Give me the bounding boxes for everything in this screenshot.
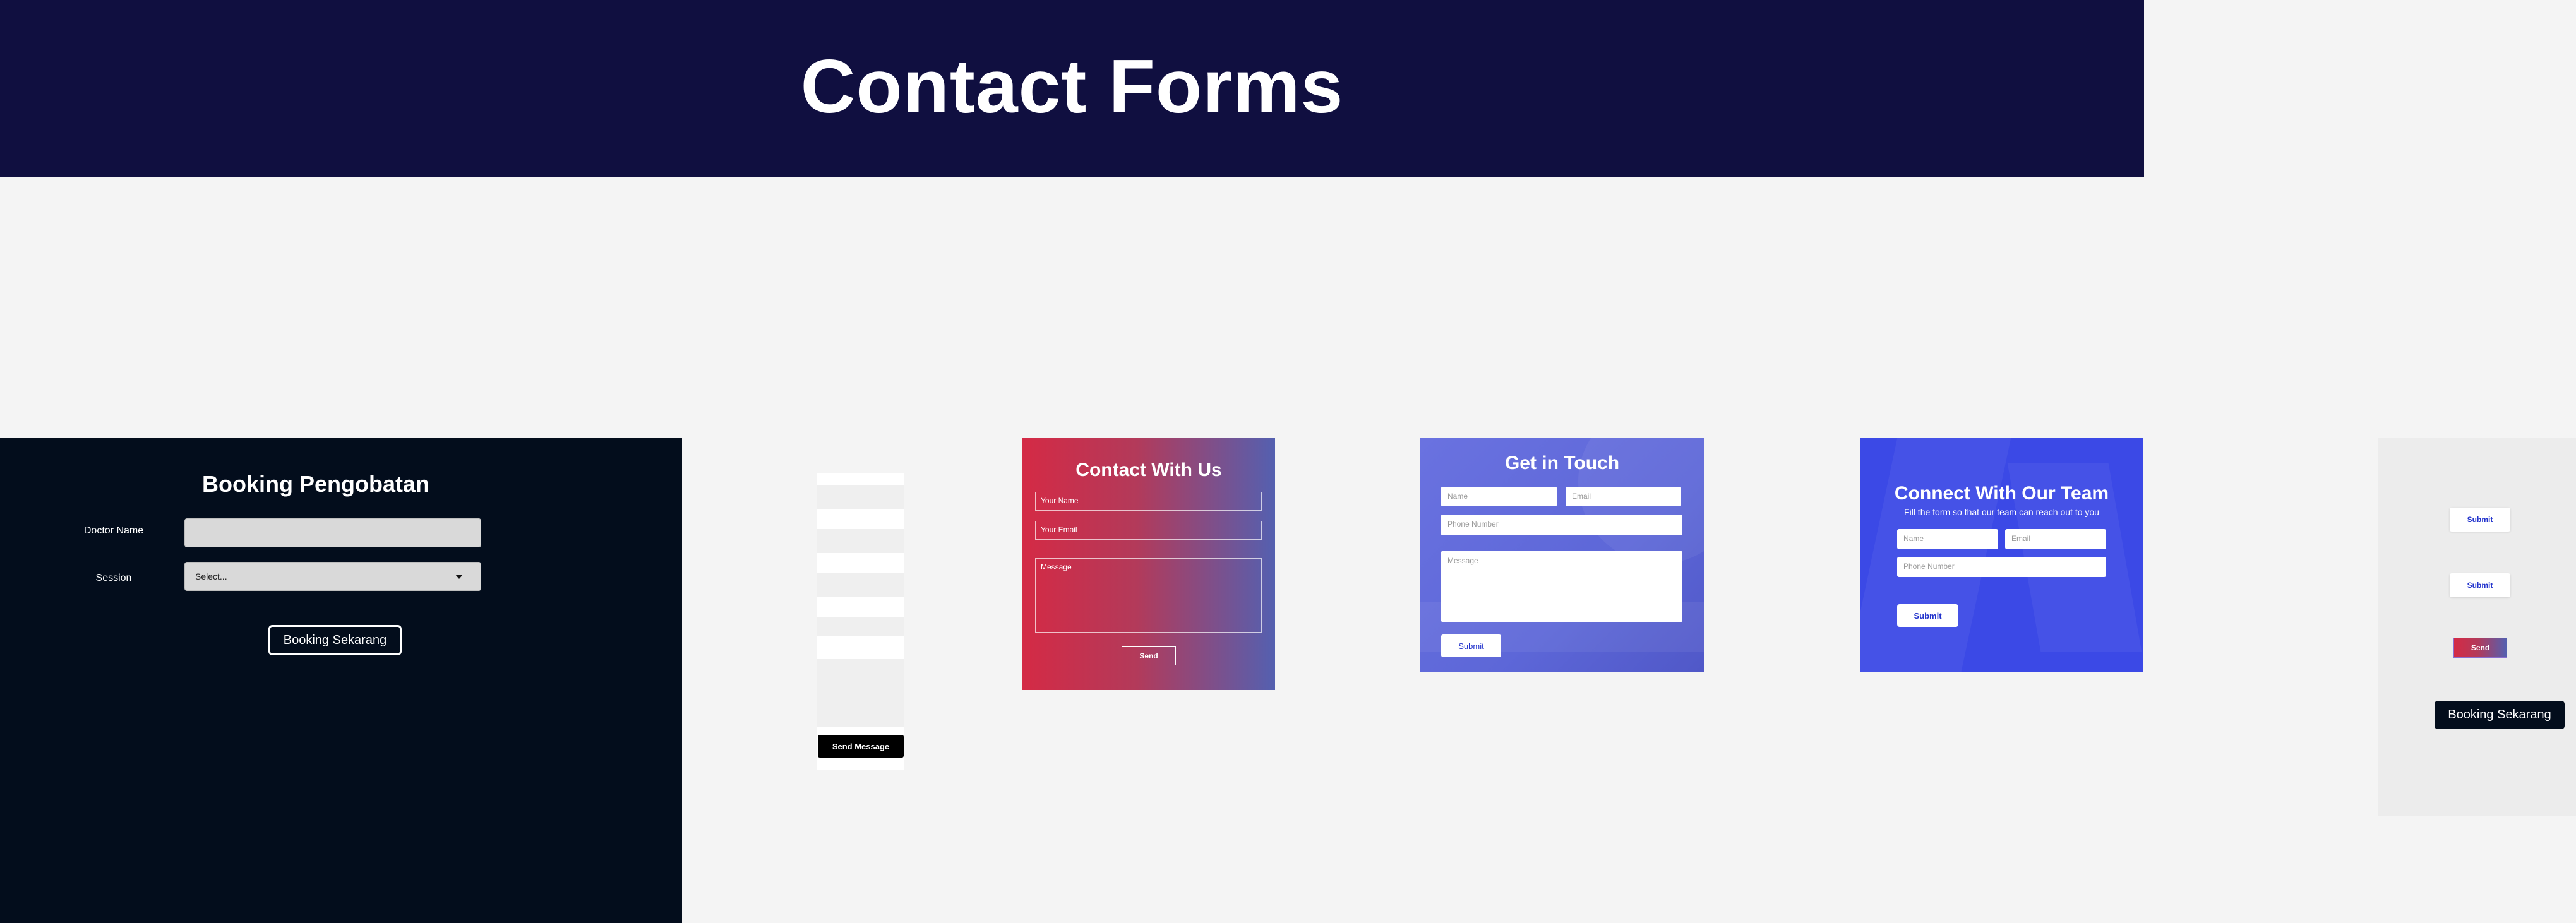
session-select[interactable]: Select... [184, 562, 481, 591]
phone-number-input[interactable]: Phone Number [1441, 515, 1682, 535]
button-samples-panel: Submit Submit Send Booking Sekarang [2378, 438, 2576, 816]
doctor-name-label: Doctor Name [83, 525, 144, 536]
name-input[interactable]: Name [1441, 487, 1557, 506]
submit-button[interactable]: Submit [2450, 573, 2510, 597]
skeleton-field-3[interactable] [817, 573, 904, 597]
chevron-down-icon [455, 575, 463, 579]
submit-button[interactable]: Submit [1897, 604, 1958, 627]
skeleton-field-4[interactable] [817, 617, 904, 636]
skeleton-form: Send Message [817, 473, 904, 770]
booking-form-title: Booking Pengobatan [202, 471, 429, 497]
skeleton-field-2[interactable] [817, 529, 904, 553]
get-in-touch-title: Get in Touch [1504, 453, 1620, 473]
contact-with-us-form: Contact With Us Your Name Your Email Mes… [1022, 438, 1275, 690]
connect-team-form: Connect With Our Team Fill the form so t… [1860, 438, 2143, 672]
get-in-touch-form: Get in Touch Name Email Phone Number Mes… [1420, 438, 1704, 672]
skeleton-field-1[interactable] [817, 485, 904, 509]
session-select-value: Select... [195, 571, 227, 581]
page-title: Contact Forms [800, 44, 1344, 129]
email-input[interactable]: Email [2005, 529, 2106, 549]
session-label: Session [95, 573, 132, 583]
contact-with-us-title: Contact With Us [1075, 460, 1222, 480]
skeleton-textarea[interactable] [817, 659, 904, 727]
connect-team-subtitle: Fill the form so that our team can reach… [1904, 507, 2099, 517]
name-input[interactable]: Name [1897, 529, 1998, 549]
message-textarea[interactable]: Message [1035, 558, 1262, 633]
send-button[interactable]: Send [2453, 638, 2507, 658]
email-input[interactable]: Email [1566, 487, 1681, 506]
your-name-input[interactable]: Your Name [1035, 492, 1262, 511]
booking-form: Booking Pengobatan Doctor Name Session S… [0, 438, 682, 923]
submit-button[interactable]: Submit [2450, 508, 2510, 532]
booking-sekarang-button[interactable]: Booking Sekarang [2435, 701, 2565, 729]
connect-team-title: Connect With Our Team [1894, 483, 2109, 504]
send-button[interactable]: Send [1122, 646, 1176, 665]
message-textarea[interactable]: Message [1441, 551, 1682, 622]
header-banner: Contact Forms [0, 0, 2144, 177]
send-message-button[interactable]: Send Message [818, 735, 904, 758]
your-email-input[interactable]: Your Email [1035, 521, 1262, 540]
phone-number-input[interactable]: Phone Number [1897, 557, 2106, 577]
background-decoration [1860, 438, 2011, 672]
booking-submit-button[interactable]: Booking Sekarang [268, 625, 402, 655]
doctor-name-input[interactable] [184, 518, 481, 547]
submit-button[interactable]: Submit [1441, 634, 1501, 657]
